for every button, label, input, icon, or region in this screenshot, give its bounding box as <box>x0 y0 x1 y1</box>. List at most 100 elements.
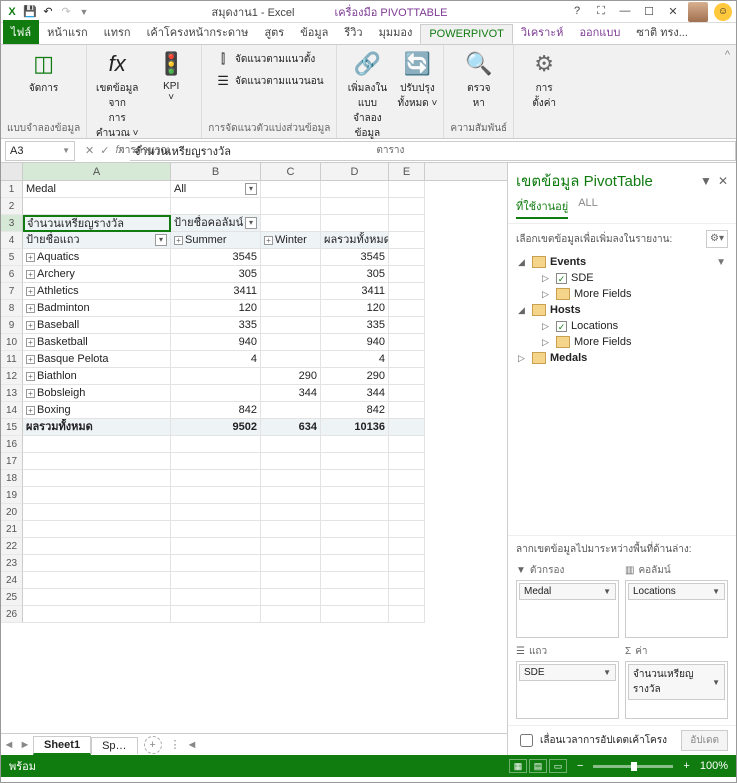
cell[interactable] <box>171 436 261 453</box>
settings-button[interactable]: ⚙ การ ตั้งค่า <box>520 49 568 111</box>
expand-icon[interactable]: + <box>26 389 35 398</box>
cell[interactable] <box>321 436 389 453</box>
values-zone[interactable]: จำนวนเหรียญรางวัล▼ <box>625 661 728 719</box>
cell[interactable] <box>389 283 425 300</box>
tab-design[interactable]: ออกแบบ <box>571 20 628 44</box>
expand-icon[interactable]: + <box>26 270 35 279</box>
field-list[interactable]: ◢Events▼ ▷✓SDE ▷More Fields ◢Hosts ▷✓Loc… <box>508 254 736 535</box>
cell[interactable] <box>261 521 321 538</box>
cell[interactable] <box>389 487 425 504</box>
cell[interactable] <box>23 606 171 623</box>
select-all-corner[interactable] <box>1 163 23 180</box>
cell[interactable] <box>261 589 321 606</box>
cell[interactable] <box>321 198 389 215</box>
tab-view[interactable]: มุมมอง <box>371 20 421 44</box>
maximize-icon[interactable]: ☐ <box>640 5 658 19</box>
row-header[interactable]: 11 <box>1 351 23 368</box>
row-header[interactable]: 14 <box>1 402 23 419</box>
name-box[interactable]: A3▼ <box>5 141 75 161</box>
cell[interactable] <box>171 538 261 555</box>
pivot-row-item[interactable]: +Baseball <box>23 317 171 334</box>
sheet-tab-2[interactable]: Sp… <box>91 737 137 754</box>
cell[interactable] <box>171 453 261 470</box>
confirm-fx-icon[interactable]: ✓ <box>100 144 109 157</box>
sheet-nav-prev[interactable]: ◄ <box>1 739 17 751</box>
pivot-filter-value[interactable]: All▾ <box>171 181 261 198</box>
row-header[interactable]: 13 <box>1 385 23 402</box>
rows-zone[interactable]: SDE▼ <box>516 661 619 719</box>
col-header-e[interactable]: E <box>389 163 425 180</box>
calculated-field-button[interactable]: fx เขตข้อมูลจาก การคำนวณ ˅ <box>93 49 141 141</box>
row-header[interactable]: 21 <box>1 521 23 538</box>
cell[interactable] <box>389 538 425 555</box>
cell[interactable] <box>321 606 389 623</box>
col-header-a[interactable]: A <box>23 163 171 180</box>
expand-icon[interactable]: + <box>26 406 35 415</box>
tab-pagelayout[interactable]: เค้าโครงหน้ากระดาษ <box>139 20 257 44</box>
row-header[interactable]: 15 <box>1 419 23 436</box>
tab-insert[interactable]: แทรก <box>96 20 139 44</box>
expand-icon[interactable]: + <box>26 253 35 262</box>
cell[interactable] <box>261 198 321 215</box>
manage-button[interactable]: ◫ จัดการ <box>20 49 68 96</box>
cell[interactable] <box>389 470 425 487</box>
tab-data[interactable]: ข้อมูล <box>292 20 336 44</box>
cell[interactable] <box>389 419 425 436</box>
kpi-button[interactable]: 🚦 KPI ˅ <box>147 49 195 103</box>
cell[interactable] <box>23 538 171 555</box>
pivot-row-item[interactable]: +Aquatics <box>23 249 171 266</box>
qat-dropdown-icon[interactable]: ▼ <box>77 5 91 19</box>
row-header[interactable]: 23 <box>1 555 23 572</box>
row-header[interactable]: 1 <box>1 181 23 198</box>
pivot-row-item[interactable]: +Basketball <box>23 334 171 351</box>
cell[interactable] <box>389 572 425 589</box>
pane-close-icon[interactable]: ✕ <box>718 174 728 188</box>
cancel-fx-icon[interactable]: ✕ <box>85 144 94 157</box>
cell[interactable] <box>261 606 321 623</box>
cell[interactable] <box>389 453 425 470</box>
cell[interactable] <box>389 521 425 538</box>
cell[interactable] <box>171 487 261 504</box>
pivot-row-caption[interactable]: ป้ายชื่อแถว▾ <box>23 232 171 249</box>
cell[interactable] <box>389 232 425 249</box>
cell[interactable] <box>23 198 171 215</box>
col-labels-dropdown[interactable]: ▾ <box>245 217 257 229</box>
column-field-locations[interactable]: Locations▼ <box>628 583 725 600</box>
cell[interactable] <box>389 351 425 368</box>
cell[interactable] <box>171 589 261 606</box>
checkbox-locations[interactable]: ✓ <box>556 321 567 332</box>
row-header[interactable]: 24 <box>1 572 23 589</box>
pane-tab-all[interactable]: ALL <box>578 197 598 219</box>
pivot-col-winter[interactable]: +Winter <box>261 232 321 249</box>
cell[interactable] <box>321 555 389 572</box>
cell[interactable] <box>389 198 425 215</box>
sheet-nav-next[interactable]: ► <box>17 739 33 751</box>
cell[interactable] <box>389 181 425 198</box>
cell[interactable] <box>389 300 425 317</box>
cell[interactable] <box>389 368 425 385</box>
cell[interactable] <box>261 487 321 504</box>
cell[interactable] <box>321 538 389 555</box>
cell[interactable] <box>389 589 425 606</box>
cell[interactable] <box>171 198 261 215</box>
pane-tools-icon[interactable]: ⚙▾ <box>706 230 728 248</box>
sheet-tab-1[interactable]: Sheet1 <box>33 736 91 755</box>
row-header[interactable]: 4 <box>1 232 23 249</box>
view-pagebreak-icon[interactable]: ▭ <box>549 759 567 773</box>
add-sheet-button[interactable]: + <box>144 736 162 754</box>
cell[interactable] <box>261 555 321 572</box>
pivot-row-item[interactable]: +Boxing <box>23 402 171 419</box>
cell[interactable] <box>321 453 389 470</box>
pivot-col-summer[interactable]: +Summer <box>171 232 261 249</box>
checkbox-sde[interactable]: ✓ <box>556 273 567 284</box>
expand-icon[interactable]: + <box>26 321 35 330</box>
filter-icon[interactable]: ▼ <box>716 257 730 268</box>
tab-powerpivot[interactable]: POWERPIVOT <box>420 24 513 44</box>
cell[interactable] <box>321 521 389 538</box>
cell[interactable] <box>389 402 425 419</box>
save-icon[interactable]: 💾 <box>23 5 37 19</box>
col-header-d[interactable]: D <box>321 163 389 180</box>
expand-icon[interactable]: + <box>26 355 35 364</box>
row-header[interactable]: 12 <box>1 368 23 385</box>
expand-icon[interactable]: + <box>26 287 35 296</box>
